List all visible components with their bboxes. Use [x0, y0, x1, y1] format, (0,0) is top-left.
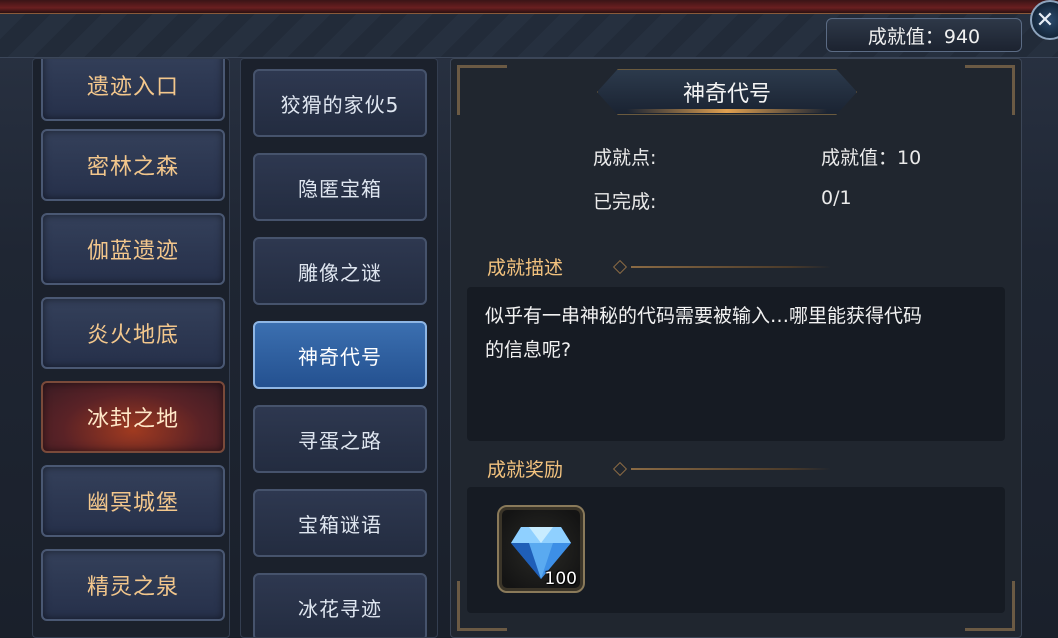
completed-label: 已完成:	[593, 191, 657, 213]
zone-item-flame-underground[interactable]: 炎火地底	[41, 297, 225, 369]
completed-value: 0/1	[821, 187, 852, 209]
points-value: 成就值：10	[821, 147, 922, 169]
achievement-item-hidden-chest[interactable]: 隐匿宝箱	[253, 153, 427, 221]
achievement-item-statue-mystery[interactable]: 雕像之谜	[253, 237, 427, 305]
points-label: 成就点:	[593, 147, 657, 169]
achievement-item-cunning-guy[interactable]: 狡猾的家伙5	[253, 69, 427, 137]
achievement-item-magic-code[interactable]: 神奇代号	[253, 321, 427, 389]
close-icon: ✕	[1035, 7, 1055, 33]
achievement-detail-panel: 神奇代号 成就点: 成就值：10 已完成: 0/1 成就描述 似乎有一串神秘的代…	[450, 58, 1022, 638]
reward-heading: 成就奖励	[487, 459, 564, 481]
desc-heading: 成就描述	[487, 257, 564, 279]
heading-divider	[631, 266, 831, 268]
achievement-score: 成就值：940	[826, 18, 1022, 52]
zone-item-frozen-land[interactable]: 冰封之地	[41, 381, 225, 453]
title-glow	[627, 109, 827, 113]
zone-item-galan-ruins[interactable]: 伽蓝遗迹	[41, 213, 225, 285]
achievement-item-egg-hunt[interactable]: 寻蛋之路	[253, 405, 427, 473]
desc-text-line2: 的信息呢?	[485, 339, 572, 361]
achievement-window: 成就值：940 ✕ 遗迹入口 密林之森 伽蓝遗迹 炎火地底 冰封之地 幽冥城堡 …	[0, 0, 1058, 638]
zone-item-nether-castle[interactable]: 幽冥城堡	[41, 465, 225, 537]
achievement-list[interactable]: 狡猾的家伙5 隐匿宝箱 雕像之谜 神奇代号 寻蛋之路 宝箱谜语 冰花寻迹	[240, 58, 438, 638]
reward-count: 100	[544, 569, 577, 589]
corner-ornament	[965, 65, 1015, 115]
achievement-item-chest-riddle[interactable]: 宝箱谜语	[253, 489, 427, 557]
desc-box: 似乎有一串神秘的代码需要被输入…哪里能获得代码 的信息呢?	[467, 287, 1005, 441]
zone-item-dense-forest[interactable]: 密林之森	[41, 129, 225, 201]
zone-item-elf-spring[interactable]: 精灵之泉	[41, 549, 225, 621]
zone-item-ruins-entrance[interactable]: 遗迹入口	[41, 59, 225, 121]
window-top-border	[0, 0, 1058, 14]
desc-text-line1: 似乎有一串神秘的代码需要被输入…哪里能获得代码	[485, 305, 923, 327]
achievement-item-ice-flower[interactable]: 冰花寻迹	[253, 573, 427, 637]
zone-list[interactable]: 遗迹入口 密林之森 伽蓝遗迹 炎火地底 冰封之地 幽冥城堡 精灵之泉	[32, 58, 230, 638]
reward-box: 100	[467, 487, 1005, 613]
corner-ornament	[457, 65, 507, 115]
heading-ornament	[612, 461, 628, 477]
reward-item-slot[interactable]: 100	[497, 505, 585, 593]
heading-divider	[631, 468, 831, 470]
heading-ornament	[612, 259, 628, 275]
